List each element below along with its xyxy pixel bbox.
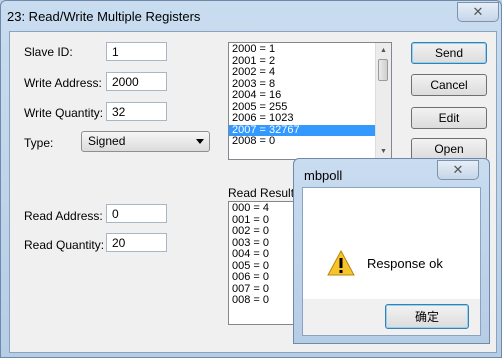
write-address-label: Write Address: — [24, 76, 102, 90]
message-box-title: mbpoll — [304, 168, 343, 183]
send-button[interactable]: Send — [411, 42, 487, 64]
type-label: Type: — [24, 136, 54, 150]
type-select-value: Signed — [88, 134, 126, 148]
write-list-item[interactable]: 2004 = 16 — [229, 89, 391, 102]
slave-id-field[interactable]: 1 — [106, 42, 167, 61]
write-list-item[interactable]: 2000 = 1 — [229, 43, 391, 56]
cancel-button[interactable]: Cancel — [411, 74, 487, 96]
window-title: 23: Read/Write Multiple Registers — [7, 9, 201, 24]
write-address-field[interactable]: 2000 — [106, 72, 167, 91]
message-box-footer: 确定 — [302, 299, 481, 336]
read-result-label: Read Result — [228, 186, 295, 200]
message-box-close-button[interactable]: ✕ — [437, 160, 479, 180]
read-quantity-label: Read Quantity: — [24, 238, 105, 252]
write-quantity-field[interactable]: 32 — [106, 102, 167, 121]
scroll-up-icon[interactable]: ▲ — [376, 43, 391, 58]
chevron-down-icon — [196, 139, 204, 144]
message-text: Response ok — [367, 256, 443, 271]
mbpoll-message-box: mbpoll ✕ Response ok 确定 — [293, 158, 490, 344]
read-quantity-field[interactable]: 20 — [106, 233, 167, 252]
ok-button[interactable]: 确定 — [385, 304, 469, 329]
open-button[interactable]: Open — [411, 138, 487, 160]
write-list-item[interactable]: 2006 = 1023 — [229, 112, 391, 125]
window-close-button[interactable]: ✕ — [457, 2, 499, 22]
write-list-item[interactable]: 2008 = 0 — [229, 135, 391, 148]
close-icon: ✕ — [472, 4, 484, 19]
warning-icon — [327, 250, 355, 276]
read-address-field[interactable]: 0 — [106, 204, 167, 223]
write-values-list[interactable]: 2000 = 1 2001 = 2 2002 = 4 2003 = 8 2004 = 1… — [228, 42, 392, 160]
edit-button[interactable]: Edit — [411, 107, 487, 129]
close-icon: ✕ — [452, 162, 464, 177]
read-address-label: Read Address: — [24, 209, 103, 223]
type-select[interactable]: Signed — [81, 131, 210, 152]
write-quantity-label: Write Quantity: — [24, 106, 104, 120]
write-list-item[interactable]: 2002 = 4 — [229, 66, 391, 79]
slave-id-label: Slave ID: — [24, 45, 73, 59]
write-list-scrollbar[interactable]: ▲ ▼ — [375, 43, 391, 159]
message-box-body: Response ok — [302, 187, 481, 301]
scroll-down-icon[interactable]: ▼ — [376, 144, 391, 159]
scroll-thumb[interactable] — [378, 59, 388, 81]
